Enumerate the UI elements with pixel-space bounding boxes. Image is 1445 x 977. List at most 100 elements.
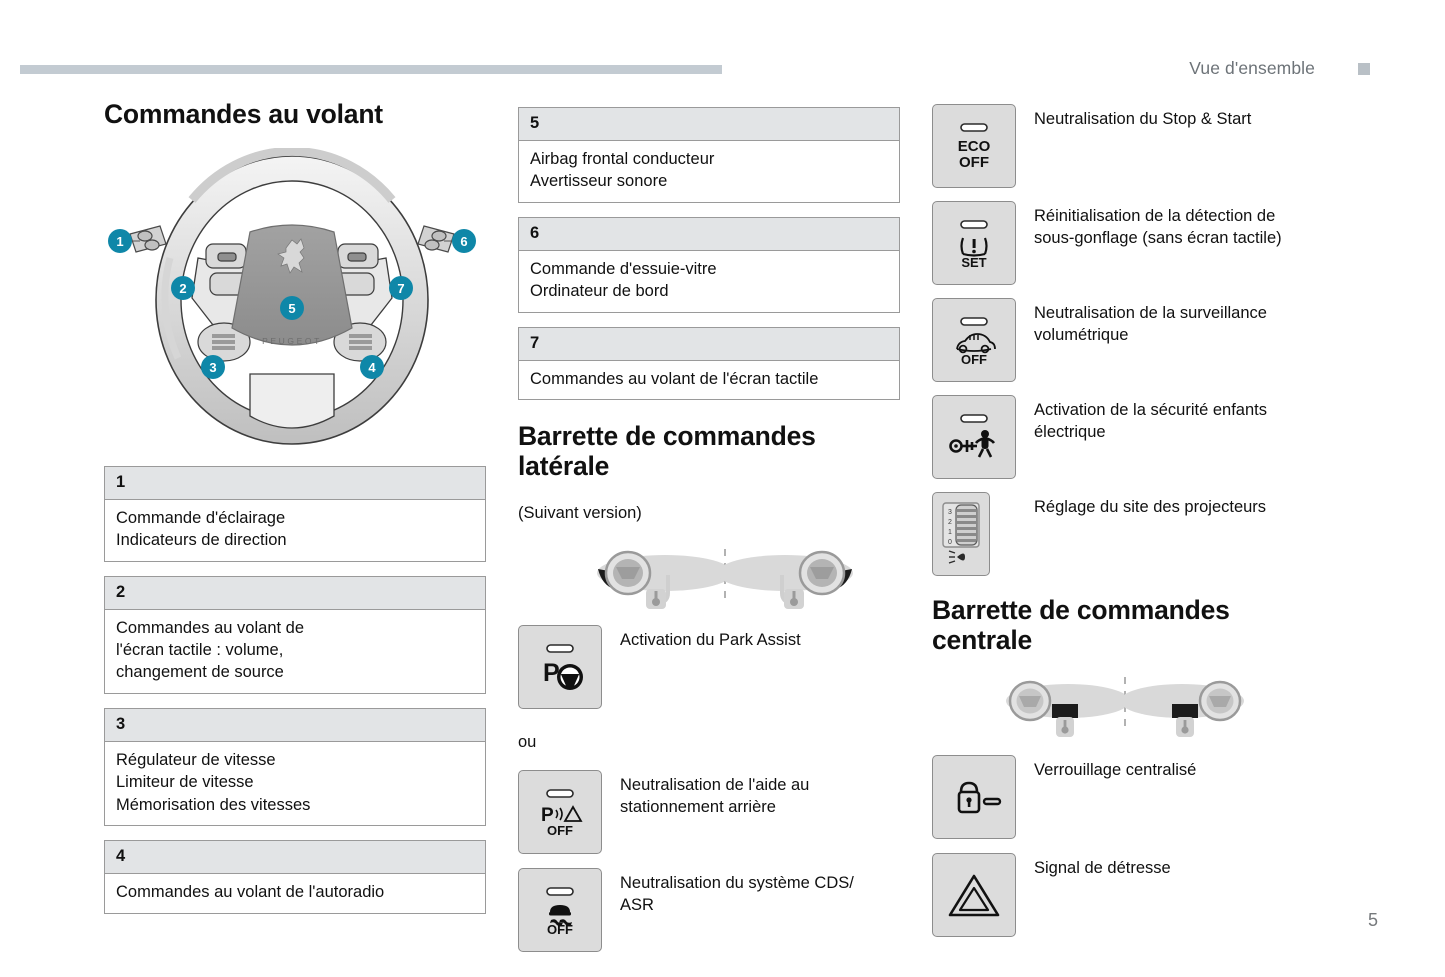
svg-text:5: 5 [288, 301, 295, 316]
headlamp-levelling-icon[interactable]: 3 2 1 0 [932, 492, 990, 576]
or-text: ou [518, 732, 537, 751]
svg-text:1: 1 [948, 529, 952, 536]
stalk-right [417, 224, 455, 253]
tyre-pressure-set-icon[interactable]: SET [932, 201, 1016, 285]
header-marker-square [1358, 63, 1370, 75]
button-row-headlamp-levelling: 3 2 1 0 Réglage du site des projecteurs [932, 492, 1332, 576]
button-label: Neutralisation de la surveillance volumé… [1016, 298, 1267, 347]
svg-text:SET: SET [961, 255, 986, 270]
table-body: Commande d'essuie-vitre Ordinateur de bo… [519, 251, 899, 312]
table-row: 3 Régulateur de vitesse Limiteur de vite… [104, 707, 486, 827]
child-lock-icon[interactable] [932, 395, 1016, 479]
button-label: Activation du Park Assist [602, 625, 801, 651]
button-label: Verrouillage centralisé [1016, 755, 1196, 781]
button-label-line: Neutralisation du Stop & Start [1034, 110, 1252, 128]
button-indicator-slot [546, 643, 574, 653]
table-line: Commandes au volant de l'autoradio [116, 883, 385, 902]
table-number: 7 [519, 327, 899, 361]
table-body: Commande d'éclairage Indicateurs de dire… [105, 500, 485, 561]
svg-text:2: 2 [948, 519, 952, 526]
svg-text:OFF: OFF [961, 352, 987, 367]
central-control-strip-highlight [1172, 704, 1198, 719]
button-indicator-slot [546, 788, 574, 798]
svg-text:OFF: OFF [547, 823, 573, 838]
middle-section-title: Barrette de commandes latérale [518, 421, 816, 481]
button-row-central-locking: Verrouillage centralisé [932, 755, 1332, 840]
table-line: Régulateur de vitesse [116, 750, 276, 769]
button-label-line: Activation de la sécurité enfants [1034, 401, 1267, 419]
volumetric-alarm-off-icon[interactable]: OFF [932, 298, 1016, 382]
table-body: Commandes au volant de l'écran tactile [519, 361, 899, 399]
table-body: Commandes au volant de l'écran tactile :… [105, 610, 485, 693]
cds-asr-off-icon[interactable]: OFF [518, 867, 602, 952]
table-row: 4 Commandes au volant de l'autoradio [104, 840, 486, 914]
button-label-line: Neutralisation du système CDS/ [620, 873, 854, 892]
park-assist-icon[interactable]: P [518, 624, 602, 709]
table-number: 1 [105, 466, 485, 500]
page-title: Vue d'ensemble [1189, 58, 1315, 78]
svg-text:OFF: OFF [959, 154, 989, 171]
right-column: ECO OFF Neutralisation du Stop & Start S… [932, 104, 1332, 948]
button-label: Réglage du site des projecteurs [990, 492, 1266, 518]
button-row-child-lock: Activation de la sécurité enfants électr… [932, 395, 1332, 479]
eco-off-icon[interactable]: ECO OFF [932, 104, 1016, 188]
dashboard-rhd [717, 550, 853, 609]
page-number: 5 [1368, 910, 1379, 930]
button-label-line: Neutralisation de la surveillance [1034, 304, 1267, 322]
stalk-left [129, 224, 167, 253]
button-indicator-slot [960, 220, 988, 229]
button-indicator-slot [960, 414, 988, 423]
button-row-hazard: Signal de détresse [932, 853, 1332, 938]
table-line: Commande d'éclairage [116, 508, 286, 527]
table-line: Commande d'essuie-vitre [530, 259, 717, 278]
table-number: 2 [105, 576, 485, 610]
table-line: Indicateurs de direction [116, 531, 287, 550]
svg-text:6: 6 [460, 234, 467, 249]
table-line: Commandes au volant de l'écran tactile [530, 369, 819, 388]
svg-text:4: 4 [368, 360, 376, 375]
hazard-warning-icon[interactable] [932, 853, 1016, 938]
right-section-title: Barrette de commandes centrale [932, 595, 1230, 655]
dashboard-lhd-central [1006, 681, 1130, 738]
table-line: Commandes au volant de [116, 618, 305, 637]
button-row-eco-off: ECO OFF Neutralisation du Stop & Start [932, 104, 1332, 188]
dashboard-central-strip-illustration [990, 675, 1332, 739]
dashboard-side-strip-illustration [580, 545, 900, 609]
table-line: Avertisseur sonore [530, 172, 668, 191]
table-row: 5 Airbag frontal conducteur Avertisseur … [518, 107, 900, 203]
rear-park-sensor-off-icon[interactable]: P OFF [518, 769, 602, 854]
table-row: 1 Commande d'éclairage Indicateurs de di… [104, 465, 486, 562]
svg-text:7: 7 [397, 281, 404, 296]
table-number: 3 [105, 708, 485, 742]
button-label: Neutralisation de l'aide au stationnemen… [602, 770, 809, 819]
table-line: l'écran tactile : volume, [116, 640, 284, 659]
svg-text:0: 0 [948, 539, 952, 546]
table-body: Commandes au volant de l'autoradio [105, 874, 485, 912]
button-indicator-slot [960, 317, 988, 326]
svg-text:ECO: ECO [958, 138, 991, 155]
button-label: Réinitialisation de la détection de sous… [1016, 201, 1282, 250]
button-label-line: sous-gonflage (sans écran tactile) [1034, 229, 1282, 248]
svg-text:OFF: OFF [547, 922, 573, 937]
button-label: Activation de la sécurité enfants électr… [1016, 395, 1267, 444]
table-line: Airbag frontal conducteur [530, 150, 715, 168]
middle-section-subtitle: (Suivant version) [518, 503, 642, 522]
button-label-line: Activation du Park Assist [620, 630, 801, 649]
button-label: Neutralisation du système CDS/ ASR [602, 868, 854, 917]
button-label-line: volumétrique [1034, 326, 1129, 345]
central-locking-icon[interactable] [932, 755, 1016, 840]
table-line: Ordinateur de bord [530, 282, 669, 301]
dashboard-lhd [597, 550, 733, 609]
button-label-line: stationnement arrière [620, 797, 776, 816]
button-row-cds-asr-off: OFF Neutralisation du système CDS/ ASR [518, 867, 900, 952]
table-row: 6 Commande d'essuie-vitre Ordinateur de … [518, 216, 900, 313]
table-line: changement de source [116, 663, 284, 682]
button-label: Neutralisation du Stop & Start [1016, 104, 1251, 130]
svg-text:3: 3 [209, 360, 216, 375]
svg-text:1: 1 [116, 234, 123, 249]
svg-text:3: 3 [948, 509, 952, 516]
button-label-line: ASR [620, 895, 654, 914]
button-indicator-slot [546, 886, 574, 896]
header-rule [20, 65, 722, 74]
steering-wheel-brand-text: PEUGEOT [262, 336, 322, 346]
